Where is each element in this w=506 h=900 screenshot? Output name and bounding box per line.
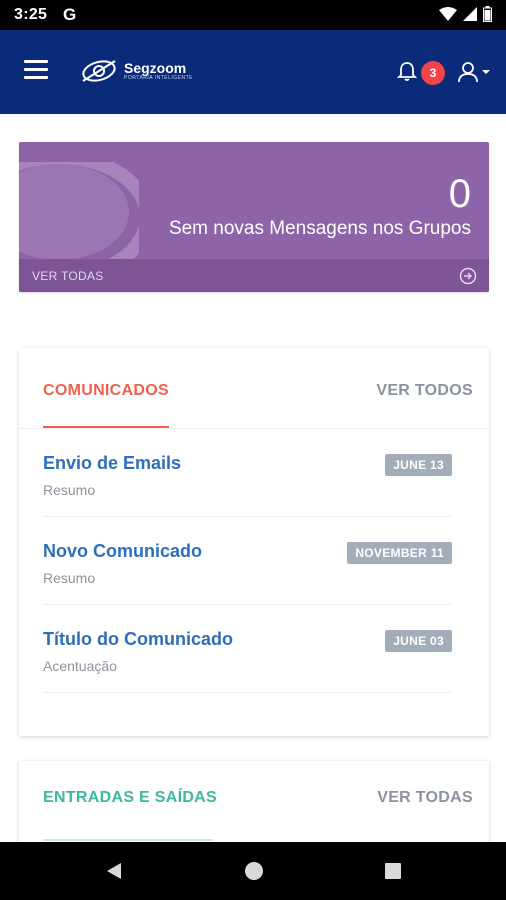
view-all-messages-link[interactable]: VER TODAS <box>19 259 489 292</box>
status-bar: 3:25 G <box>0 0 506 30</box>
battery-icon <box>483 6 492 22</box>
item-title: Novo Comunicado <box>43 541 203 561</box>
item-subtitle: Resumo <box>43 570 96 586</box>
item-title: Envio de Emails <box>43 453 182 473</box>
wifi-icon <box>439 7 457 21</box>
date-badge: JUNE 03 <box>385 630 452 652</box>
back-icon[interactable] <box>104 861 124 881</box>
system-nav-bar <box>0 842 506 900</box>
group-messages-card[interactable]: 0 Sem novas Mensagens nos Grupos VER TOD… <box>19 142 489 292</box>
comunicados-card: COMUNICADOS VER TODOS Envio de Emails Re… <box>19 348 489 736</box>
view-all-comunicados-button[interactable]: VER TODOS <box>376 382 473 400</box>
logo-icon <box>82 60 116 82</box>
date-badge: JUNE 13 <box>385 454 452 476</box>
menu-icon <box>24 60 48 63</box>
bell-icon[interactable] <box>396 60 418 82</box>
home-icon[interactable] <box>244 861 264 881</box>
view-all-label: VER TODAS <box>32 269 104 283</box>
status-icons <box>439 6 492 22</box>
item-subtitle: Acentuação <box>43 658 117 674</box>
segzoom-logo: Segzoom PORTARIA INTELIGENTE <box>80 54 193 88</box>
list-item[interactable]: Novo Comunicado Resumo NOVEMBER 11 <box>43 517 452 605</box>
list-item[interactable]: Envio de Emails Resumo JUNE 13 <box>43 429 452 517</box>
brand-name: Segzoom <box>124 60 187 76</box>
date-badge: NOVEMBER 11 <box>347 542 452 564</box>
messages-caption: Sem novas Mensagens nos Grupos <box>168 218 471 239</box>
brand-tagline: PORTARIA INTELIGENTE <box>124 75 193 81</box>
tab-underline <box>43 426 169 428</box>
tab-comunicados[interactable]: COMUNICADOS <box>43 382 169 400</box>
item-subtitle: Resumo <box>43 482 96 498</box>
arrow-right-circle-icon <box>459 267 477 285</box>
tab-underline <box>43 839 213 841</box>
menu-button[interactable] <box>24 60 48 80</box>
comunicados-header: COMUNICADOS VER TODOS <box>19 348 489 429</box>
status-time: 3:25 <box>14 6 48 23</box>
view-all-entradas-button[interactable]: VER TODAS <box>377 789 473 807</box>
list-item[interactable]: Título do Comunicado Acentuação JUNE 03 <box>43 605 452 693</box>
recents-icon[interactable] <box>383 861 403 881</box>
entradas-header: ENTRADAS E SAÍDAS VER TODAS <box>19 761 489 841</box>
chat-bubble-icon <box>19 162 139 262</box>
app-bar: Segzoom PORTARIA INTELIGENTE 3 <box>0 30 506 114</box>
google-icon: G <box>63 5 77 24</box>
user-menu-icon[interactable] <box>457 60 493 84</box>
notification-badge[interactable]: 3 <box>421 61 445 85</box>
signal-icon <box>463 7 477 21</box>
tab-entradas-saidas[interactable]: ENTRADAS E SAÍDAS <box>43 789 217 807</box>
item-title: Título do Comunicado <box>43 629 233 649</box>
messages-count: 0 <box>448 172 471 216</box>
